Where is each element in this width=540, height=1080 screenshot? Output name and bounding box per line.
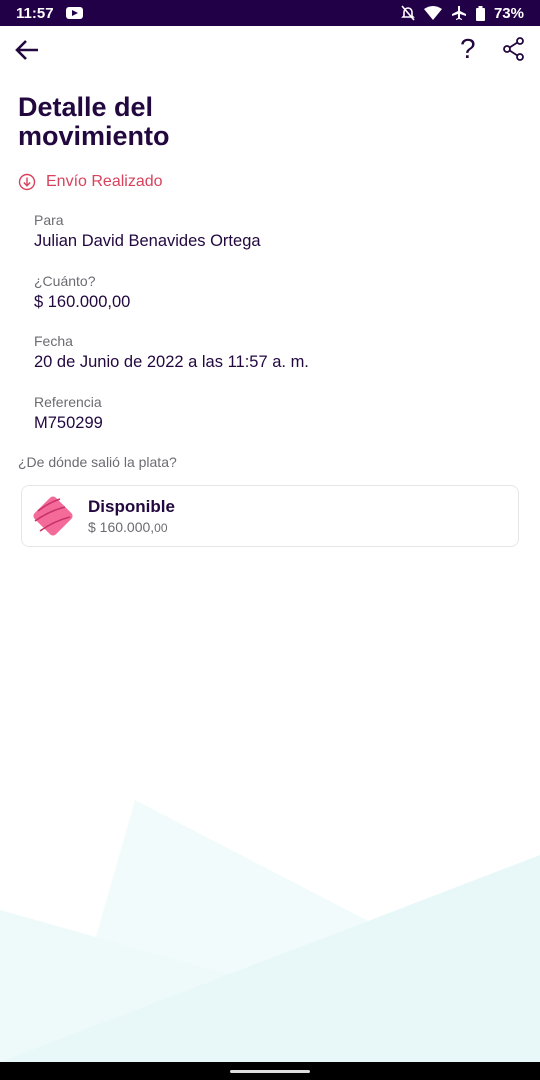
field-label: Referencia — [34, 394, 102, 410]
clock: 11:57 — [16, 4, 54, 22]
field-value: M750299 — [34, 414, 103, 432]
share-button[interactable] — [503, 37, 525, 66]
field-recipient: Para Julian David Benavides Ortega — [34, 212, 261, 251]
field-amount: ¿Cuánto? $ 160.000,00 — [34, 273, 130, 312]
share-icon — [503, 37, 524, 61]
pocket-icon — [33, 496, 73, 536]
field-label: ¿Cuánto? — [34, 273, 96, 289]
battery-level: 73% — [493, 4, 524, 22]
wifi-icon — [423, 6, 442, 20]
field-reference: Referencia M750299 — [34, 394, 103, 433]
background-decoration — [0, 800, 540, 1062]
field-value: Julian David Benavides Ortega — [34, 232, 261, 250]
youtube-icon — [65, 7, 83, 19]
arrow-down-circle-icon — [18, 173, 36, 191]
battery-icon — [475, 5, 485, 21]
amount-cents: 00 — [154, 521, 168, 535]
source-account-amount: $ 160.000,00 — [88, 519, 175, 535]
status-bar: 11:57 73% — [0, 0, 540, 26]
back-button[interactable] — [12, 36, 42, 64]
field-label: Para — [34, 212, 64, 228]
navigation-bar — [0, 1062, 540, 1080]
field-value: $ 160.000,00 — [34, 293, 131, 311]
page-title: Detalle del movimiento — [18, 92, 170, 151]
home-handle[interactable] — [230, 1070, 310, 1073]
airplane-icon — [451, 6, 466, 20]
source-account-name: Disponible — [88, 497, 175, 516]
field-value: 20 de Junio de 2022 a las 11:57 a. m. — [34, 353, 309, 371]
help-button[interactable]: ? — [460, 33, 476, 65]
source-question: ¿De dónde salió la plata? — [18, 454, 177, 470]
transaction-type: Envío Realizado — [18, 173, 163, 191]
transaction-type-label: Envío Realizado — [46, 173, 163, 190]
field-label: Fecha — [34, 333, 73, 349]
amount-main: $ 160.000, — [88, 519, 155, 535]
arrow-left-icon — [15, 40, 38, 60]
bell-off-icon — [401, 5, 415, 21]
field-date: Fecha 20 de Junio de 2022 a las 11:57 a.… — [34, 333, 309, 372]
source-account-card[interactable]: Disponible $ 160.000,00 — [21, 485, 519, 547]
